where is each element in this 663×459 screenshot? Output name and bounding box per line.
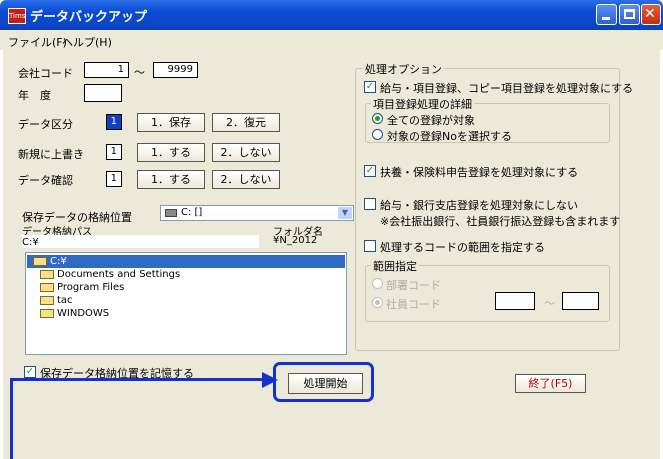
tree-item-label: tac <box>57 295 73 306</box>
tree-item-label: C:¥ <box>50 256 67 267</box>
tree-item-label: Program Files <box>57 282 125 293</box>
drive-value: C: [] <box>181 207 203 218</box>
tree-item[interactable]: Documents and Settings <box>34 268 180 281</box>
title-bar[interactable]: Tims データバックアップ ✕ <box>0 0 663 30</box>
overwrite-input[interactable]: 1 <box>106 144 122 160</box>
code-range-checkbox[interactable] <box>364 240 376 252</box>
company-to-input[interactable]: 9999 <box>153 62 198 78</box>
dialog-client-area: 会社コード 1 ～ 9999 年 度 データ区分 1 1．保存 2．復元 新規に… <box>3 50 660 459</box>
folder-icon <box>40 308 54 318</box>
folder-tree[interactable]: C:¥ Documents and Settings Program Files… <box>25 252 347 355</box>
folder-name-value: ¥N_2012 <box>273 235 318 246</box>
start-processing-button[interactable]: 処理開始 <box>288 373 363 394</box>
tree-item[interactable]: tac <box>34 294 73 307</box>
range-from-input[interactable] <box>495 292 535 310</box>
company-code-label: 会社コード <box>18 67 73 80</box>
range-to-input[interactable] <box>562 292 599 310</box>
company-from-input[interactable]: 1 <box>84 62 129 78</box>
drive-select[interactable]: C: [] ▼ <box>160 205 354 221</box>
detail-title: 項目登録処理の詳細 <box>371 96 474 112</box>
menu-help[interactable]: ヘルプ(H) <box>62 34 112 50</box>
bank-note: ※会社振出銀行、社員銀行振込登録も含まれます <box>380 215 621 228</box>
overwrite-yes-button[interactable]: 1．する <box>137 143 205 162</box>
maximize-icon[interactable] <box>619 4 640 25</box>
menu-file[interactable]: ファイル(F) <box>8 34 67 50</box>
dept-code-label: 部署コード <box>386 279 441 292</box>
folder-icon <box>40 295 54 305</box>
options-title: 処理オプション <box>363 61 444 77</box>
salary-item-checkbox[interactable]: ✓ <box>364 81 376 93</box>
confirm-label: データ確認 <box>18 174 73 187</box>
confirm-yes-button[interactable]: 1．する <box>137 170 205 189</box>
folder-icon <box>40 269 54 279</box>
overwrite-label: 新規に上書き <box>18 148 84 161</box>
save-option-button[interactable]: 1．保存 <box>137 113 205 132</box>
application-window: Tims データバックアップ ✕ ファイル(F) ヘルプ(H) 会社コード 1 … <box>0 0 663 459</box>
exit-button[interactable]: 終了(F5) <box>515 374 586 393</box>
salary-item-label: 給与・項目登録、コピー項目登録を処理対象にする <box>380 82 634 95</box>
tree-item-root[interactable]: C:¥ <box>27 255 345 268</box>
tree-item[interactable]: Program Files <box>34 281 124 294</box>
code-range-label: 処理するコードの範囲を指定する <box>380 241 545 254</box>
menu-bar: ファイル(F) ヘルプ(H) <box>0 30 663 50</box>
minimize-icon[interactable] <box>596 4 617 25</box>
bank-exclude-checkbox[interactable] <box>364 198 376 210</box>
insurance-checkbox[interactable]: ✓ <box>364 165 376 177</box>
year-label: 年 度 <box>18 89 51 102</box>
folder-icon <box>40 282 54 292</box>
window-title: データバックアップ <box>30 10 148 25</box>
data-kind-input[interactable]: 1 <box>106 114 122 130</box>
radio-select-items[interactable] <box>372 129 383 140</box>
drive-icon <box>165 209 177 217</box>
range-tilde: ～ <box>544 297 555 310</box>
confirm-input[interactable]: 1 <box>106 171 122 187</box>
annotation-arrow-head-icon <box>262 372 278 388</box>
radio-emp-code[interactable] <box>372 297 383 308</box>
open-folder-icon <box>33 256 47 266</box>
close-icon[interactable]: ✕ <box>641 4 661 25</box>
tree-item[interactable]: WINDOWS <box>34 307 109 320</box>
data-kind-label: データ区分 <box>18 118 73 131</box>
tree-item-label: Documents and Settings <box>57 269 181 280</box>
range-title: 範囲指定 <box>371 258 419 274</box>
radio-all-items[interactable] <box>372 113 383 124</box>
confirm-no-button[interactable]: 2．しない <box>212 170 280 189</box>
remember-location-checkbox[interactable]: ✓ <box>24 366 36 378</box>
radio-select-label: 対象の登録Noを選択する <box>387 130 512 143</box>
insurance-label: 扶養・保険料申告登録を処理対象にする <box>380 166 579 179</box>
path-value: C:¥ <box>22 237 39 248</box>
annotation-arrow-vertical <box>10 379 13 459</box>
emp-code-label: 社員コード <box>386 298 441 311</box>
annotation-arrow-horizontal <box>10 378 265 381</box>
year-input[interactable] <box>84 84 122 102</box>
tilde-label: ～ <box>134 66 145 79</box>
tree-item-label: WINDOWS <box>57 308 110 319</box>
chevron-down-icon[interactable]: ▼ <box>338 207 352 219</box>
path-field: C:¥ <box>22 235 259 248</box>
bank-exclude-label: 給与・銀行支店登録を処理対象にしない <box>380 199 578 212</box>
radio-all-label: 全ての登録が対象 <box>387 114 475 127</box>
app-logo-icon: Tims <box>8 8 26 24</box>
overwrite-no-button[interactable]: 2．しない <box>212 143 280 162</box>
radio-dept-code[interactable] <box>372 278 383 289</box>
restore-option-button[interactable]: 2．復元 <box>212 113 280 132</box>
